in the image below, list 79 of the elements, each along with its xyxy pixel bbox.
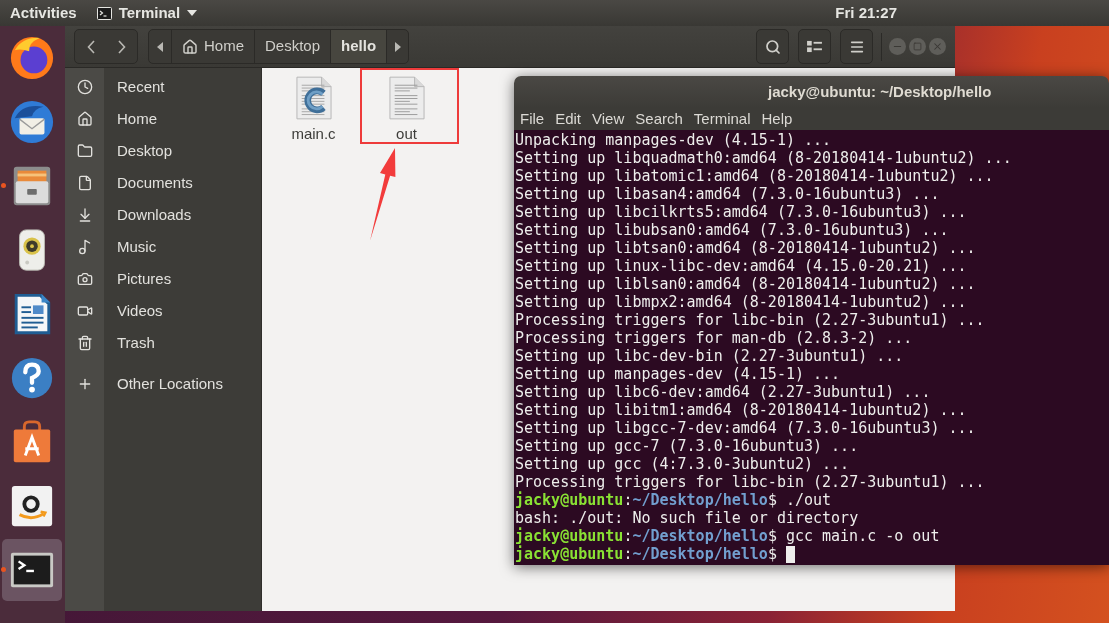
help-icon: [9, 355, 55, 401]
terminal-line: Setting up manpages-dev (4.15-1) ...: [515, 365, 842, 383]
menu-item[interactable]: Help: [761, 110, 793, 128]
terminal-line: Setting up libc6-dev:amd64 (2.27-3ubuntu1) ...: [515, 383, 932, 401]
sidebar-item[interactable]: Recent: [65, 71, 261, 103]
terminal-line: Setting up linux-libc-dev:amd64 (4.15.0-20.21) ...: [515, 257, 968, 275]
terminal-line: Setting up libatomic1:amd64 (8-20180414-1ubuntu2) ...: [515, 167, 995, 185]
folder-icon: [77, 143, 93, 159]
menu-item[interactable]: Search: [635, 110, 683, 128]
text-file-icon: [388, 76, 425, 120]
terminal-line: Setting up libc-dev-bin (2.27-3ubuntu1) ...: [515, 347, 905, 365]
terminal-line: Setting up libcilkrts5:amd64 (7.3.0-16ubuntu3) ...: [515, 203, 968, 221]
sidebar-item[interactable]: Home: [65, 103, 261, 135]
caret-down-icon: [187, 10, 198, 16]
home-icon: [77, 111, 93, 127]
sidebar-item[interactable]: Music: [65, 231, 261, 263]
chevron-left-icon: [86, 39, 95, 54]
sidebar-item[interactable]: Downloads: [65, 199, 261, 231]
mail-icon: [9, 99, 55, 145]
caret-right-icon: [394, 41, 401, 52]
c-source-file-icon: [295, 76, 332, 120]
terminal-line: Setting up libquadmath0:amd64 (8-20180414-1ubuntu2) ...: [515, 149, 1013, 167]
plus-icon: [77, 376, 93, 392]
smile-arrow-tile-icon: [9, 483, 55, 529]
terminal-line: Processing triggers for man-db (2.8.3-2) ...: [515, 329, 914, 347]
terminal-line: bash: ./out: No such file or directory: [515, 509, 860, 527]
chevron-right-icon: [117, 39, 126, 54]
menu-item[interactable]: View: [592, 110, 625, 128]
menu-button[interactable]: [840, 29, 873, 64]
sidebar-item[interactable]: Desktop: [65, 135, 261, 167]
download-icon: [77, 207, 93, 223]
icon-grid-item[interactable]: out: [360, 76, 453, 143]
dock-item[interactable]: [2, 539, 62, 601]
menu-item[interactable]: File: [520, 110, 545, 128]
sidebar-item[interactable]: Videos: [65, 295, 261, 327]
view-toggle-button[interactable]: [798, 29, 831, 64]
prompt-line: jacky@ubuntu:~/Desktop/hello$ ./out: [515, 491, 832, 509]
prompt-line: jacky@ubuntu:~/Desktop/hello$: [515, 545, 777, 563]
icon-grid-item[interactable]: main.c: [267, 76, 360, 143]
terminal-line: Setting up libtsan0:amd64 (8-20180414-1ubuntu2) ...: [515, 239, 977, 257]
sidebar-item[interactable]: Trash: [65, 327, 261, 359]
maximize-icon: [913, 42, 922, 51]
sidebar-item[interactable]: Documents: [65, 167, 261, 199]
menu-item[interactable]: Terminal: [693, 110, 751, 128]
prompt-line: jacky@ubuntu:~/Desktop/hello$ gcc main.c -o out: [515, 527, 940, 545]
menu-item[interactable]: Edit: [555, 110, 582, 128]
terminal-line: Setting up libitm1:amd64 (8-20180414-1ubuntu2) ...: [515, 401, 968, 419]
terminal-line: Setting up libmpx2:amd64 (8-20180414-1ubuntu2) ...: [515, 293, 968, 311]
document-icon: [77, 175, 93, 191]
video-camera-icon: [77, 303, 93, 319]
clock[interactable]: Fri 21:27: [835, 3, 897, 23]
search-button[interactable]: [756, 29, 789, 64]
activities-button[interactable]: Activities: [10, 3, 77, 23]
terminal-line: Processing triggers for libc-bin (2.27-3ubuntu1) ...: [515, 311, 986, 329]
window-title: jacky@ubuntu: ~/Desktop/hello: [768, 81, 992, 102]
path-segment[interactable]: Home: [171, 30, 254, 63]
camera-icon: [77, 271, 93, 287]
terminal-line: Setting up gcc (4:7.3.0-3ubuntu2) ...: [515, 455, 851, 473]
terminal-line: Setting up libgcc-7-dev:amd64 (7.3.0-16ubuntu3) ...: [515, 419, 977, 437]
close-icon: [932, 41, 943, 52]
home-icon: [182, 38, 198, 55]
terminal-line: Unpacking manpages-dev (4.15-1) ...: [515, 131, 833, 149]
globe-icon: [9, 35, 55, 81]
list-view-icon: [807, 40, 822, 53]
sidebar-item[interactable]: Pictures: [65, 263, 261, 295]
music-note-icon: [77, 239, 93, 255]
trash-icon: [77, 335, 93, 351]
terminal-line: Setting up libubsan0:amd64 (7.3.0-16ubuntu3) ...: [515, 221, 950, 239]
terminal-icon: [96, 6, 112, 20]
clock-icon: [77, 79, 93, 95]
terminal-line: Setting up libasan4:amd64 (7.3.0-16ubuntu3) ...: [515, 185, 941, 203]
terminal-line: Setting up liblsan0:amd64 (8-20180414-1ubuntu2) ...: [515, 275, 977, 293]
search-icon: [764, 38, 781, 55]
app-menu-button[interactable]: Terminal: [96, 3, 198, 23]
terminal-line: Processing triggers for libc-bin (2.27-3ubuntu1) ...: [515, 473, 986, 491]
sidebar-item[interactable]: Other Locations: [65, 368, 261, 400]
terminal-line: Setting up gcc-7 (7.3.0-16ubuntu3) ...: [515, 437, 860, 455]
caret-left-icon: [157, 41, 163, 52]
path-segment[interactable]: hello: [330, 30, 387, 63]
